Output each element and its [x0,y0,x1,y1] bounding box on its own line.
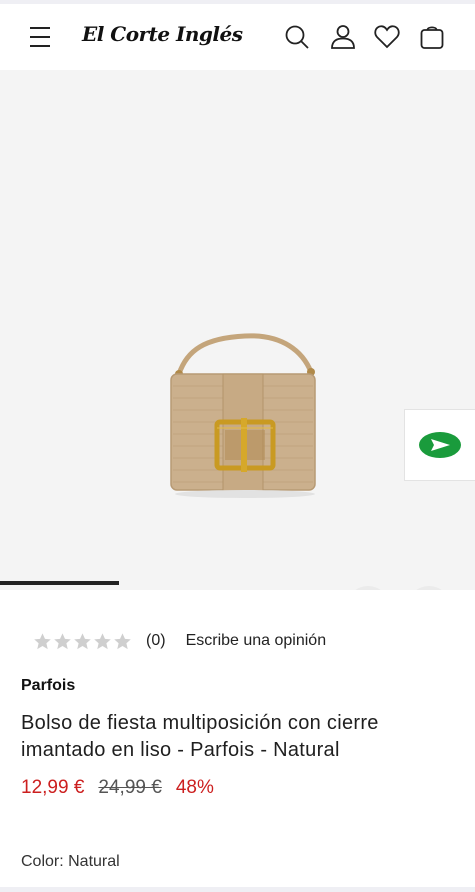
price-row: 12,99 € 24,99 € 48% [21,777,214,799]
menu-icon-line [30,36,50,38]
share-button[interactable] [346,586,390,590]
product-title: Bolso de fiesta multiposición con cierre… [21,712,379,761]
menu-icon-line [30,45,50,47]
write-review-link[interactable]: Escribe una opinión [186,632,327,650]
star-icon [94,632,111,649]
discount-badge: 48% [175,777,214,798]
current-price: 12,99 € [21,777,85,798]
star-icon [114,632,131,649]
account-icon [331,25,355,49]
rating-count: (0) [146,632,166,649]
product-brand[interactable]: Parfois [21,677,75,695]
rating-row: (0) Escribe una opinión [33,630,326,652]
cart-button[interactable] [415,20,449,54]
star-icon [34,632,51,649]
product-image [170,333,316,498]
account-button[interactable] [326,20,360,54]
menu-icon-line [30,27,50,29]
bag-icon [420,26,444,49]
gallery-progress-indicator [0,581,119,585]
color-label: Color: Natural [21,853,120,870]
search-icon [285,25,309,49]
original-price: 24,99 € [98,777,162,798]
rating-stars[interactable] [33,632,132,651]
add-to-wishlist-button[interactable] [407,586,451,590]
chat-icon [419,432,461,458]
menu-button[interactable] [22,20,58,54]
star-icon [74,632,91,649]
star-icon [54,632,71,649]
site-header: El Corte Inglés [0,4,475,70]
brand-logo[interactable]: El Corte Inglés [82,22,243,46]
search-button[interactable] [280,20,314,54]
heart-icon [374,25,400,49]
chat-widget-button[interactable] [404,409,475,481]
bottom-divider [0,887,475,892]
wishlist-button[interactable] [370,20,404,54]
product-gallery[interactable] [0,70,475,590]
